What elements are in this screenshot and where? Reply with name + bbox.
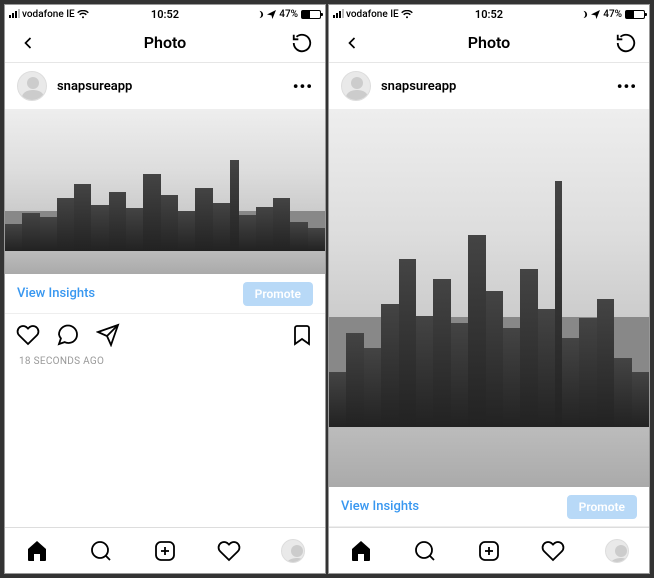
tab-search[interactable] — [412, 538, 438, 564]
avatar[interactable] — [17, 71, 47, 101]
insights-bar: View Insights Promote — [5, 274, 325, 314]
tab-activity[interactable] — [216, 538, 242, 564]
dnd-moon-icon — [255, 10, 264, 19]
tab-search[interactable] — [88, 538, 114, 564]
tab-home[interactable] — [348, 538, 374, 564]
post-photo[interactable] — [329, 109, 649, 487]
share-button[interactable] — [95, 322, 121, 348]
tab-profile[interactable] — [280, 538, 306, 564]
dnd-moon-icon — [579, 10, 588, 19]
refresh-button[interactable] — [613, 30, 639, 56]
bookmark-button[interactable] — [289, 322, 315, 348]
tab-profile[interactable] — [604, 538, 630, 564]
tab-add[interactable] — [152, 538, 178, 564]
post-actions — [5, 314, 325, 356]
wifi-icon — [77, 10, 89, 19]
clock: 10:52 — [151, 8, 179, 21]
promote-button[interactable]: Promote — [567, 495, 637, 519]
username[interactable]: snapsureapp — [57, 79, 283, 94]
more-options-icon[interactable]: ••• — [293, 77, 313, 96]
nav-header: Photo — [5, 23, 325, 63]
carrier-label: vodafone IE — [346, 9, 399, 20]
phone-left: vodafone IE 10:52 47% Photo snapsureap — [4, 4, 326, 574]
battery-icon — [625, 10, 645, 19]
comment-button[interactable] — [55, 322, 81, 348]
username[interactable]: snapsureapp — [381, 79, 607, 94]
wifi-icon — [401, 10, 413, 19]
insights-bar: View Insights Promote — [329, 487, 649, 527]
battery-pct: 47% — [279, 9, 298, 20]
back-button[interactable] — [339, 30, 365, 56]
post-photo[interactable] — [5, 109, 325, 274]
tab-home[interactable] — [24, 538, 50, 564]
battery-pct: 47% — [603, 9, 622, 20]
page-title: Photo — [144, 33, 186, 52]
refresh-button[interactable] — [289, 30, 315, 56]
view-insights-link[interactable]: View Insights — [17, 286, 95, 301]
post-header: snapsureapp ••• — [329, 63, 649, 109]
tab-activity[interactable] — [540, 538, 566, 564]
carrier-label: vodafone IE — [22, 9, 75, 20]
page-title: Photo — [468, 33, 510, 52]
bottom-tab-bar — [5, 527, 325, 573]
view-insights-link[interactable]: View Insights — [341, 499, 419, 514]
phone-right: vodafone IE 10:52 47% Photo snapsureap — [328, 4, 650, 574]
status-bar: vodafone IE 10:52 47% — [5, 5, 325, 23]
nav-header: Photo — [329, 23, 649, 63]
clock: 10:52 — [475, 8, 503, 21]
signal-icon — [333, 10, 344, 18]
promote-button[interactable]: Promote — [243, 282, 313, 306]
post-header: snapsureapp ••• — [5, 63, 325, 109]
more-options-icon[interactable]: ••• — [617, 77, 637, 96]
location-arrow-icon — [267, 10, 276, 19]
status-bar: vodafone IE 10:52 47% — [329, 5, 649, 23]
avatar[interactable] — [341, 71, 371, 101]
tab-add[interactable] — [476, 538, 502, 564]
bottom-tab-bar — [329, 527, 649, 573]
signal-icon — [9, 10, 20, 18]
battery-icon — [301, 10, 321, 19]
location-arrow-icon — [591, 10, 600, 19]
back-button[interactable] — [15, 30, 41, 56]
post-timestamp: 18 SECONDS AGO — [5, 356, 325, 375]
like-button[interactable] — [15, 322, 41, 348]
